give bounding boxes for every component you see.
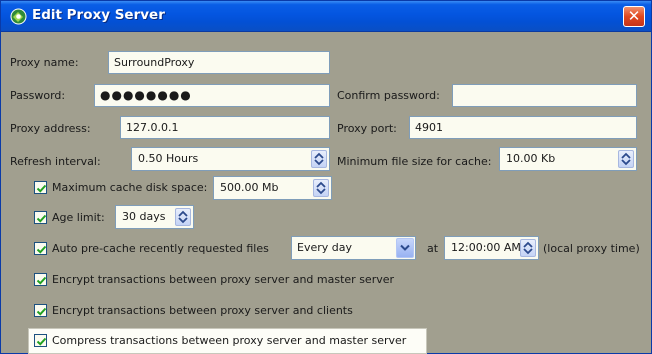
compress-master-label: Compress transactions between proxy serv… xyxy=(52,334,407,347)
spinner-arrows-icon[interactable] xyxy=(313,179,329,197)
spinner-arrows-icon[interactable] xyxy=(520,239,536,257)
close-icon: ✕ xyxy=(627,7,641,25)
min-file-size-label: Minimum file size for cache: xyxy=(337,155,492,168)
proxy-port-field[interactable]: 4901 xyxy=(409,116,637,139)
title-bar[interactable]: Edit Proxy Server ✕ xyxy=(1,1,651,32)
precache-time-value: 12:00:00 AM xyxy=(451,241,521,254)
age-limit-spinner[interactable]: 30 days xyxy=(115,205,194,229)
spinner-arrows-icon[interactable] xyxy=(175,208,191,226)
confirm-password-label: Confirm password: xyxy=(337,89,440,102)
checkmark-icon xyxy=(36,245,47,254)
refresh-interval-label: Refresh interval: xyxy=(10,155,101,168)
precache-schedule-value: Every day xyxy=(297,241,352,254)
age-limit-value: 30 days xyxy=(122,210,166,223)
encrypt-clients-label: Encrypt transactions between proxy serve… xyxy=(52,304,353,317)
spinner-arrows-icon[interactable] xyxy=(311,150,327,168)
proxy-address-label: Proxy address: xyxy=(10,122,91,135)
proxy-address-field[interactable]: 127.0.0.1 xyxy=(120,116,330,139)
checkmark-icon xyxy=(36,337,47,346)
confirm-password-field[interactable] xyxy=(452,84,637,107)
precache-time-spinner[interactable]: 12:00:00 AM xyxy=(444,236,539,260)
auto-precache-label: Auto pre-cache recently requested files xyxy=(52,242,269,255)
max-cache-checkbox[interactable] xyxy=(34,181,47,194)
encrypt-clients-checkbox[interactable] xyxy=(34,304,47,317)
compress-master-checkbox[interactable] xyxy=(34,334,47,347)
auto-precache-checkbox[interactable] xyxy=(34,242,47,255)
password-field[interactable]: ●●●●●●●● xyxy=(94,84,330,107)
edit-proxy-server-dialog: Edit Proxy Server ✕ Proxy name: Surround… xyxy=(0,0,652,354)
min-file-size-spinner[interactable]: 10.00 Kb xyxy=(499,147,637,171)
chevron-down-icon[interactable] xyxy=(396,238,414,258)
checkmark-icon xyxy=(36,214,47,223)
age-limit-checkbox[interactable] xyxy=(34,211,47,224)
local-proxy-time-label: (local proxy time) xyxy=(543,242,640,255)
spinner-arrows-icon[interactable] xyxy=(618,150,634,168)
proxy-port-label: Proxy port: xyxy=(337,122,397,135)
checkmark-icon xyxy=(36,307,47,316)
age-limit-label: Age limit: xyxy=(52,211,105,224)
proxy-server-icon xyxy=(10,8,27,25)
proxy-name-label: Proxy name: xyxy=(10,56,79,69)
window-title: Edit Proxy Server xyxy=(32,7,165,23)
encrypt-master-label: Encrypt transactions between proxy serve… xyxy=(52,273,395,286)
checkmark-icon xyxy=(36,276,47,285)
refresh-interval-spinner[interactable]: 0.50 Hours xyxy=(131,147,330,171)
close-button[interactable]: ✕ xyxy=(623,6,645,27)
refresh-interval-value: 0.50 Hours xyxy=(138,152,199,165)
checkmark-icon xyxy=(36,184,47,193)
max-cache-label: Maximum cache disk space: xyxy=(52,181,208,194)
encrypt-master-checkbox[interactable] xyxy=(34,273,47,286)
max-cache-value: 500.00 Mb xyxy=(220,181,279,194)
max-cache-spinner[interactable]: 500.00 Mb xyxy=(213,176,332,200)
proxy-name-field[interactable]: SurroundProxy xyxy=(108,51,330,74)
at-label: at xyxy=(427,242,439,255)
min-file-size-value: 10.00 Kb xyxy=(506,152,556,165)
password-label: Password: xyxy=(10,89,66,102)
precache-schedule-dropdown[interactable]: Every day xyxy=(291,236,416,260)
